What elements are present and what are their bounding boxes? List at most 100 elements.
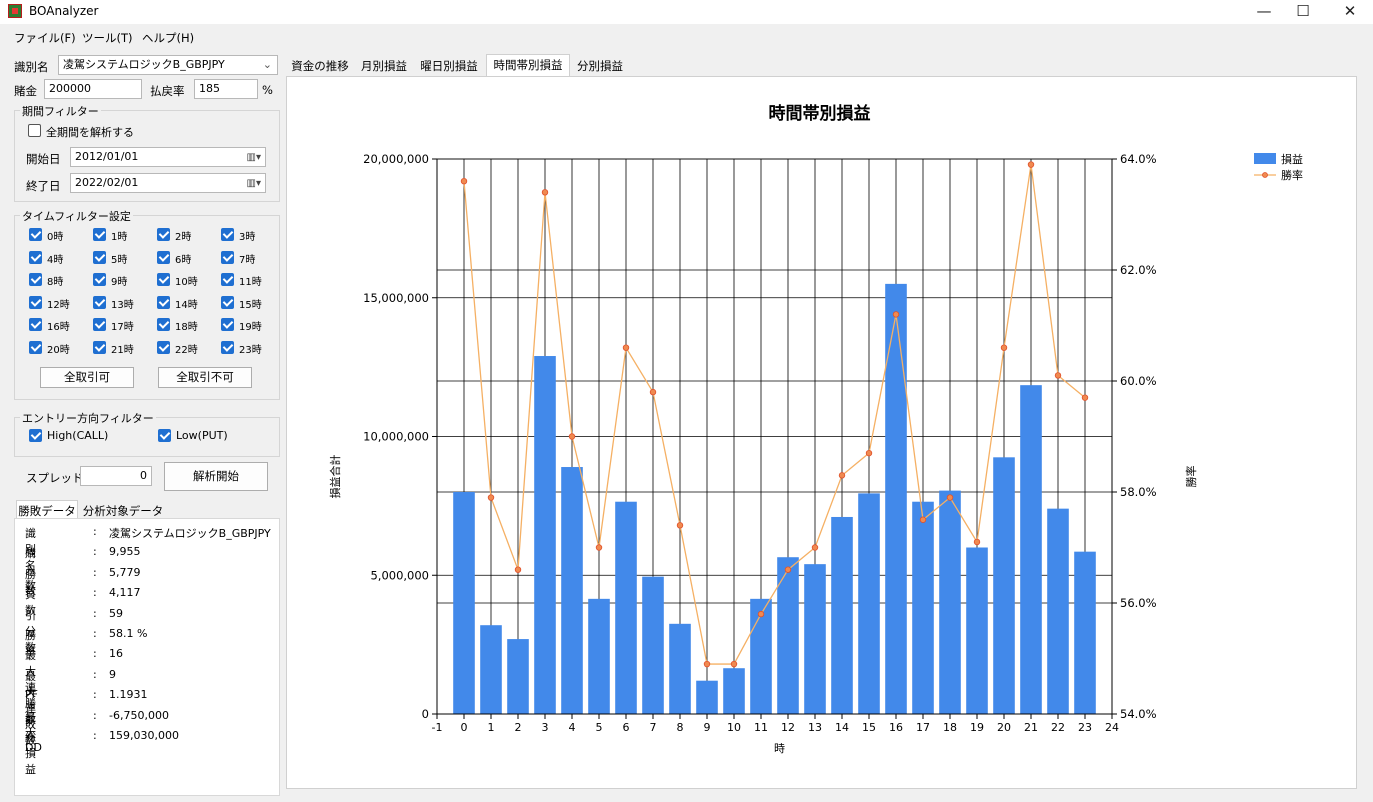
x-tick-label: 7 [650, 721, 657, 734]
menu-help[interactable]: ヘルプ(H) [142, 30, 194, 46]
checkbox-icon [28, 124, 41, 137]
bar-hour-13 [804, 564, 826, 714]
result-value: 4,117 [109, 586, 141, 600]
hour-checkbox-23[interactable]: 23時 [221, 340, 279, 356]
legend-bar-label: 損益 [1281, 152, 1303, 166]
result-colon: : [93, 667, 97, 681]
stake-input[interactable]: 200000 [44, 79, 142, 99]
hour-checkbox-7[interactable]: 7時 [221, 250, 279, 266]
bar-hour-18 [939, 490, 961, 714]
y-tick-label: 20,000,000 [363, 152, 429, 166]
checkbox-icon [29, 228, 42, 241]
win-rate-point-14 [838, 472, 846, 479]
maximize-button[interactable]: ☐ [1280, 0, 1326, 24]
win-rate-point-1 [487, 494, 495, 501]
hour-checkbox-5[interactable]: 5時 [93, 250, 151, 266]
bar-hour-16 [885, 283, 907, 714]
hour-label: 10時 [175, 277, 198, 288]
y-tick-label: 15,000,000 [363, 291, 429, 305]
analyze-button[interactable]: 解析開始 [164, 462, 268, 491]
result-value: -6,750,000 [109, 708, 169, 722]
end-date-picker[interactable]: 2022/02/01 ▥▾ [70, 173, 266, 193]
payout-label: 払戻率 [150, 84, 185, 98]
tab-minute[interactable]: 分別損益 [572, 56, 628, 76]
hour-label: 19時 [239, 322, 262, 333]
high-call-checkbox[interactable]: High(CALL) [29, 429, 139, 443]
win-rate-point-18 [946, 494, 954, 501]
win-rate-point-0 [460, 177, 468, 185]
hour-checkbox-18[interactable]: 18時 [157, 318, 215, 333]
hour-checkbox-16[interactable]: 16時 [29, 318, 87, 333]
hour-label: 22時 [175, 344, 198, 356]
menu-file[interactable]: ファイル(F) [14, 30, 76, 46]
calendar-icon: ▥▾ [246, 178, 261, 189]
tab-weekday[interactable]: 曜日別損益 [414, 56, 484, 76]
tab-win-loss-data[interactable]: 勝敗データ [16, 500, 78, 520]
app-icon [8, 4, 22, 18]
bar-hour-6 [615, 501, 637, 714]
start-date-value: 2012/01/01 [75, 150, 139, 163]
hour-checkbox-13[interactable]: 13時 [93, 295, 151, 311]
hour-checkbox-1[interactable]: 1時 [93, 228, 151, 243]
checkbox-icon [157, 250, 170, 264]
low-put-checkbox[interactable]: Low(PUT) [158, 429, 268, 443]
tab-fund-trend[interactable]: 資金の推移 [287, 56, 353, 76]
hour-checkbox-2[interactable]: 2時 [157, 228, 215, 243]
hour-checkbox-21[interactable]: 21時 [93, 340, 151, 356]
hour-checkbox-15[interactable]: 15時 [221, 295, 279, 311]
hour-checkbox-4[interactable]: 4時 [29, 250, 87, 266]
hour-checkbox-6[interactable]: 6時 [157, 250, 215, 266]
legend-line-marker [1262, 172, 1268, 178]
win-rate-point-20 [1000, 344, 1008, 351]
allow-all-button[interactable]: 全取引可 [40, 367, 134, 388]
tab-hourly[interactable]: 時間帯別損益 [486, 54, 570, 76]
spread-input[interactable]: 0 [80, 466, 152, 486]
window-title: BOAnalyzer [29, 4, 99, 18]
x-tick-label: 11 [754, 721, 768, 734]
win-rate-line [463, 164, 1086, 665]
checkbox-icon [29, 340, 42, 354]
deny-all-button[interactable]: 全取引不可 [158, 367, 252, 388]
x-tick-label: 2 [515, 721, 522, 734]
start-date-picker[interactable]: 2012/01/01 ▥▾ [70, 147, 266, 167]
bar-hour-20 [993, 457, 1015, 714]
hour-checkbox-17[interactable]: 17時 [93, 318, 151, 333]
win-rate-point-15 [865, 449, 873, 457]
hour-checkbox-14[interactable]: 14時 [157, 295, 215, 311]
hour-checkbox-8[interactable]: 8時 [29, 273, 87, 288]
hour-label: 1時 [111, 232, 128, 243]
checkbox-icon [157, 318, 170, 331]
y2-tick-label: 58.0% [1120, 485, 1157, 499]
direction-filter-title: エントリー方向フィルター [20, 410, 156, 426]
start-date-label: 開始日 [26, 152, 61, 166]
x-tick-label: 16 [889, 721, 903, 734]
hour-checkbox-19[interactable]: 19時 [221, 318, 279, 333]
win-rate-point-7 [649, 388, 657, 396]
y-tick-label: 5,000,000 [370, 568, 429, 582]
result-colon: : [93, 688, 97, 702]
x-tick-label: 3 [542, 721, 549, 734]
checkbox-icon [158, 429, 171, 442]
bar-hour-19 [966, 547, 988, 714]
hour-checkbox-12[interactable]: 12時 [29, 295, 87, 311]
hour-checkbox-0[interactable]: 0時 [29, 228, 87, 243]
hour-checkbox-20[interactable]: 20時 [29, 340, 87, 356]
close-button[interactable]: ✕ [1327, 0, 1373, 24]
menu-tools[interactable]: ツール(T) [82, 30, 133, 46]
legend-bar-swatch [1254, 153, 1276, 164]
payout-input[interactable]: 185 [194, 79, 258, 99]
hour-label: 20時 [47, 344, 70, 356]
x-tick-label: 14 [835, 721, 849, 734]
payout-unit: % [262, 83, 273, 97]
hour-checkbox-3[interactable]: 3時 [221, 228, 279, 243]
id-select[interactable]: 凌駕システムロジックB_GBPJPY ⌄ [58, 55, 278, 75]
hour-checkbox-11[interactable]: 11時 [221, 273, 279, 288]
hour-checkbox-22[interactable]: 22時 [157, 340, 215, 356]
hour-label: 12時 [47, 299, 70, 311]
win-rate-point-9 [703, 660, 711, 668]
tab-monthly[interactable]: 月別損益 [356, 56, 412, 76]
all-period-checkbox[interactable]: 全期間を解析する [28, 124, 178, 139]
hour-checkbox-9[interactable]: 9時 [93, 273, 151, 288]
hour-checkbox-10[interactable]: 10時 [157, 273, 215, 288]
x-tick-label: -1 [432, 721, 443, 734]
